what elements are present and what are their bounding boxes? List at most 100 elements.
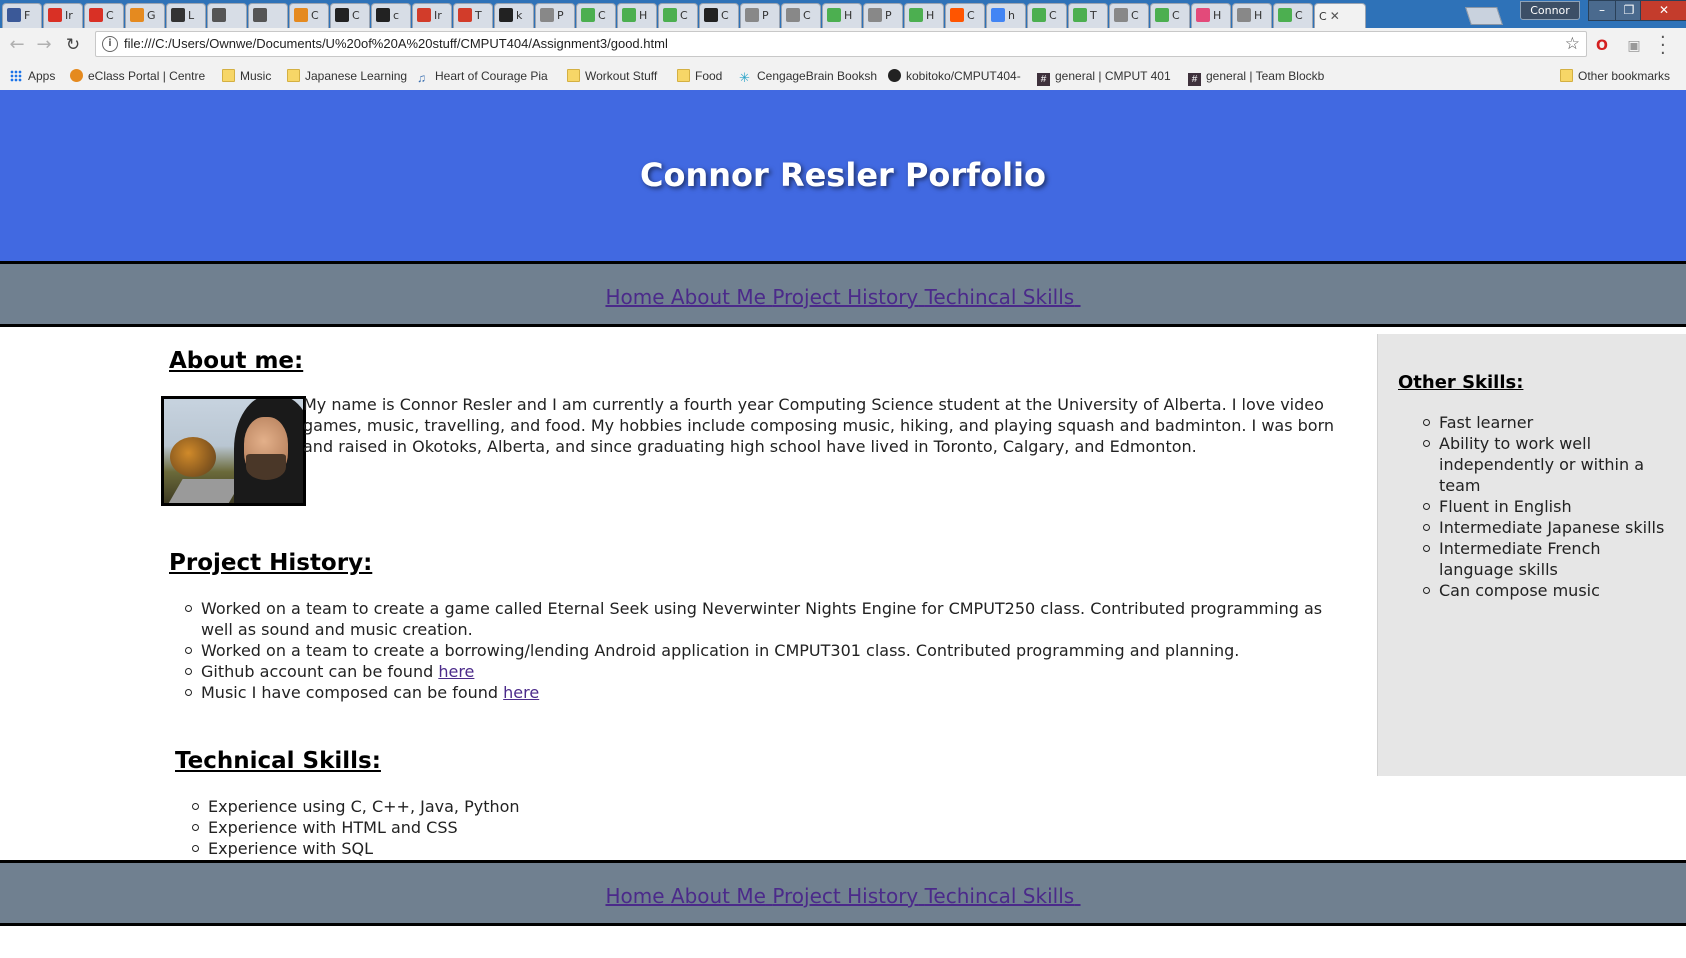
nav-link-technical-skills[interactable]: Techincal Skills [925, 884, 1075, 908]
browser-tab[interactable]: C [84, 3, 124, 28]
nav-link-about-me[interactable]: About Me [671, 884, 766, 908]
technical-skills-list: Experience using C, C++, Java, Python Ex… [192, 796, 808, 859]
info-icon[interactable]: i [102, 36, 118, 52]
bookmark-github-cmput404[interactable]: kobitoko/CMPUT404- [888, 69, 1021, 83]
bookmark-slack-cmput401[interactable]: # general | CMPUT 401 [1037, 69, 1171, 86]
browser-tab[interactable]: T [1068, 3, 1108, 28]
browser-tab[interactable]: C [945, 3, 985, 28]
opera-extension-icon[interactable]: O [1593, 37, 1611, 55]
browser-tab[interactable]: F [2, 3, 42, 28]
browser-tab[interactable]: P [740, 3, 780, 28]
bookmark-label: Workout Stuff [585, 69, 658, 83]
tab-title: C [1319, 10, 1327, 23]
document-icon [868, 8, 882, 22]
minimize-button[interactable]: – [1588, 0, 1616, 21]
browser-tab[interactable]: T [453, 3, 493, 28]
address-bar-url[interactable]: file:///C:/Users/Ownwe/Documents/U%20of%… [124, 36, 668, 51]
browser-tab[interactable]: k [494, 3, 534, 28]
github-icon [376, 8, 390, 22]
github-link[interactable]: here [438, 662, 474, 681]
reload-button[interactable]: ↻ [62, 34, 84, 56]
other-bookmarks[interactable]: Other bookmarks [1560, 69, 1670, 83]
bookmarks-bar: Apps eClass Portal | Centre Music Japane… [0, 62, 1686, 91]
bookmark-japanese-learning[interactable]: Japanese Learning [287, 69, 407, 83]
bookmark-apps[interactable]: Apps [10, 69, 55, 83]
browser-tab[interactable]: C [1027, 3, 1067, 28]
profile-photo [161, 396, 306, 506]
browser-tab[interactable]: C [1150, 3, 1190, 28]
browser-tab[interactable]: P [535, 3, 575, 28]
browser-tab[interactable]: H [617, 3, 657, 28]
restore-button[interactable]: ❐ [1615, 0, 1643, 21]
browser-tab-active[interactable]: C ✕ [1314, 3, 1366, 28]
bookmark-workout-stuff[interactable]: Workout Stuff [567, 69, 657, 83]
bookmark-eclass[interactable]: eClass Portal | Centre [70, 69, 205, 83]
browser-tab[interactable] [248, 3, 288, 28]
new-tab-button[interactable] [1465, 7, 1503, 25]
github-icon [499, 8, 513, 22]
browser-tab[interactable]: C [1109, 3, 1149, 28]
document-icon [745, 8, 759, 22]
browser-tab[interactable]: L [166, 3, 206, 28]
document-icon [1237, 8, 1251, 22]
browser-tab[interactable]: C [699, 3, 739, 28]
back-button[interactable]: ← [6, 34, 28, 56]
gmail-icon [89, 8, 103, 22]
apps-icon [10, 70, 22, 82]
bookmark-cengagebrain[interactable]: ✳ CengageBrain Booksh [739, 69, 877, 85]
nav-link-project-history[interactable]: Project History [772, 884, 918, 908]
bookmark-music[interactable]: Music [222, 69, 271, 83]
profile-button[interactable]: Connor [1520, 1, 1580, 20]
browser-tab[interactable]: Ir [412, 3, 452, 28]
browser-tab[interactable]: C [658, 3, 698, 28]
tab-title: P [557, 9, 564, 22]
browser-tab[interactable]: C [576, 3, 616, 28]
nav-link-technical-skills[interactable]: Techincal Skills [925, 285, 1075, 309]
browser-tab[interactable]: C [330, 3, 370, 28]
browser-tab[interactable]: P [863, 3, 903, 28]
colorful-icon [1196, 8, 1210, 22]
browser-tab[interactable]: H [1191, 3, 1231, 28]
extension-icon[interactable]: ▣ [1625, 37, 1643, 55]
music-link[interactable]: here [503, 683, 539, 702]
address-bar[interactable]: i file:///C:/Users/Ownwe/Documents/U%20o… [95, 31, 1587, 57]
browser-tab[interactable]: C [289, 3, 329, 28]
close-tab-icon[interactable]: ✕ [1330, 9, 1340, 23]
browser-tab[interactable]: h [986, 3, 1026, 28]
bookmark-star-icon[interactable]: ☆ [1565, 34, 1580, 54]
close-window-button[interactable]: ✕ [1640, 0, 1686, 21]
tab-strip: F Ir C G L C Cc Ir Tk P C H C C P C H P H Ch C T C C H H C C ✕ Conno… [0, 0, 1686, 28]
bookmark-food[interactable]: Food [677, 69, 722, 83]
bookmark-label: Apps [28, 69, 56, 83]
browser-tab[interactable]: Ir [43, 3, 83, 28]
browser-toolbar: ← → ↻ i file:///C:/Users/Ownwe/Documents… [0, 28, 1686, 63]
technical-skills-heading: Technical Skills: [175, 748, 381, 774]
browser-tab[interactable] [207, 3, 247, 28]
tab-title: Ir [65, 9, 73, 22]
folder-icon [567, 69, 580, 82]
bottom-nav-bar: Home About Me Project History Techincal … [0, 860, 1686, 926]
browser-tab[interactable]: H [904, 3, 944, 28]
project-history-heading: Project History: [169, 550, 373, 576]
gmail-icon [48, 8, 62, 22]
forward-button[interactable]: → [33, 34, 55, 56]
list-item: Fluent in English [1423, 496, 1674, 517]
bookmark-heart-of-courage[interactable]: ♫ Heart of Courage Pia [417, 69, 548, 85]
slack-icon: # [1188, 73, 1201, 86]
nav-link-home[interactable]: Home [605, 285, 664, 309]
browser-tab[interactable]: C [1273, 3, 1313, 28]
tab-title: C [1131, 9, 1139, 22]
menu-icon[interactable]: · · · [1660, 29, 1666, 63]
browser-tab[interactable]: H [822, 3, 862, 28]
browser-tab[interactable]: G [125, 3, 165, 28]
bookmark-slack-team-blockb[interactable]: # general | Team Blockb [1188, 69, 1324, 86]
tab-title: c [393, 9, 400, 22]
nav-link-project-history[interactable]: Project History [772, 285, 918, 309]
list-item: Github account can be found here [185, 661, 1351, 682]
list-item: Music I have composed can be found here [185, 682, 1351, 703]
browser-tab[interactable]: H [1232, 3, 1272, 28]
browser-tab[interactable]: C [781, 3, 821, 28]
browser-tab[interactable]: c [371, 3, 411, 28]
nav-link-home[interactable]: Home [605, 884, 664, 908]
nav-link-about-me[interactable]: About Me [671, 285, 766, 309]
